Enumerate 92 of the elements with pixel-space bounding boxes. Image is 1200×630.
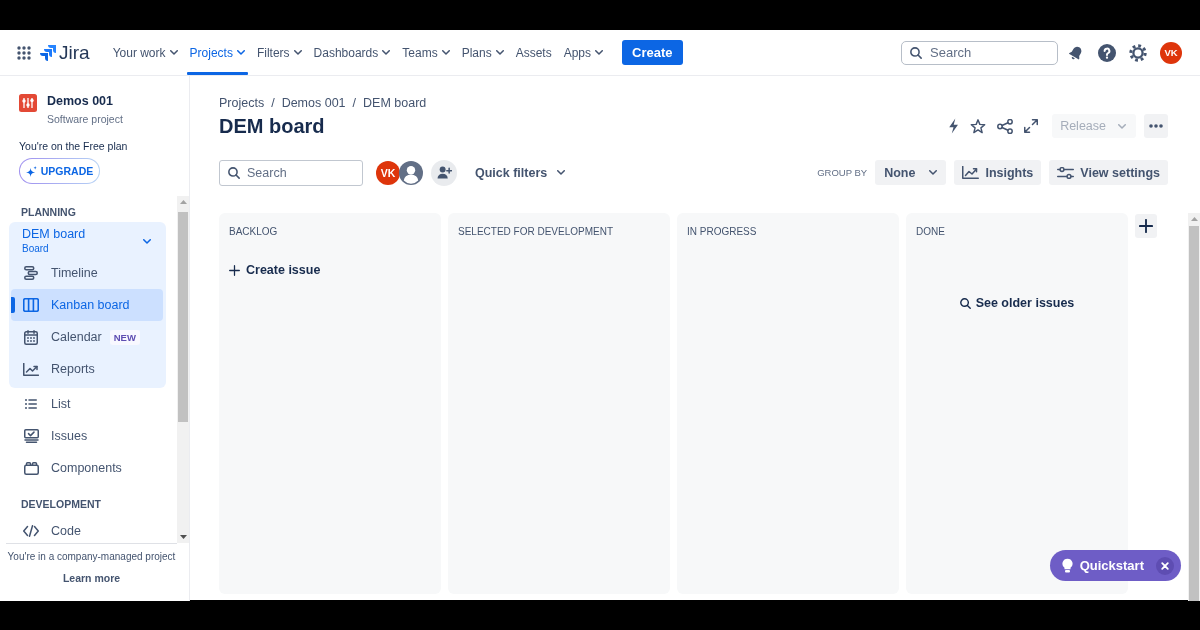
box-icon (23, 461, 39, 475)
sidebar-item[interactable]: Calendar NEW (11, 321, 163, 353)
nav-menu-item[interactable]: Assets (510, 30, 557, 75)
expand-icon[interactable] (1024, 119, 1039, 133)
monitor-check-icon (23, 429, 39, 443)
search-field[interactable]: Search (901, 40, 1058, 65)
sidebar-item[interactable]: Components (11, 452, 163, 484)
logo-icon (40, 44, 56, 61)
plus-icon (229, 264, 240, 276)
page-title: DEM board (219, 114, 325, 139)
star-icon[interactable] (970, 118, 987, 134)
sidebar-item[interactable]: Reports (11, 353, 163, 385)
add-people-button[interactable] (431, 159, 457, 186)
create-button[interactable]: Create (622, 40, 683, 65)
app-grid-icon[interactable] (17, 45, 31, 60)
search-icon (959, 297, 971, 309)
column-title: IN PROGRESS (687, 225, 758, 239)
column-title: DONE (916, 225, 946, 239)
search-icon (228, 166, 240, 179)
nav-menu-item[interactable]: Projects (184, 30, 250, 75)
line-chart-icon (23, 362, 39, 376)
user-avatar[interactable]: VK (376, 160, 400, 185)
caret-icon (1118, 123, 1126, 129)
search-field[interactable]: Search (219, 159, 363, 186)
upgrade-button[interactable]: UPGRADE (19, 158, 100, 184)
plus-icon (1139, 219, 1153, 233)
lightning-icon[interactable] (948, 118, 960, 134)
plan-note: You're on the Free plan (19, 139, 129, 153)
caret-icon (929, 170, 938, 175)
learn-more-link[interactable]: Learn more (62, 571, 121, 585)
insights-button[interactable]: Insights (954, 160, 1042, 185)
section-heading: DEVELOPMENT (20, 497, 102, 512)
column-title: SELECTED FOR DEVELOPMENT (458, 225, 615, 239)
chart-icon (962, 166, 980, 179)
nav-menu-item[interactable]: Teams (397, 30, 455, 75)
sidebar-item[interactable]: Issues (11, 420, 163, 452)
more-icon (1149, 124, 1163, 128)
scroll-down-icon[interactable] (179, 535, 187, 539)
help-icon[interactable] (1098, 43, 1116, 62)
nav-menu-item[interactable]: Apps (558, 30, 609, 75)
quickstart-button[interactable]: Quickstart (1049, 550, 1181, 581)
project-name[interactable]: Demos 001 (47, 93, 123, 109)
sidebar-item[interactable]: Timeline (11, 257, 163, 289)
create-issue-button[interactable]: Create issue (229, 258, 321, 282)
group-by-dropdown[interactable]: None (875, 160, 947, 185)
scrollbar-thumb[interactable] (178, 212, 188, 422)
share-icon[interactable] (997, 118, 1014, 134)
sparkle-icon (25, 165, 37, 177)
nav-menu-item[interactable]: Filters (251, 30, 307, 75)
person-avatar-icon[interactable] (399, 160, 423, 185)
search-icon (910, 46, 922, 59)
sidebar-item[interactable]: List (11, 388, 163, 420)
column-title: BACKLOG (229, 225, 279, 239)
add-column-button[interactable] (1135, 214, 1157, 238)
lightbulb-icon (1061, 558, 1073, 573)
project-icon (19, 94, 37, 112)
caret-icon (557, 170, 566, 175)
nav-menu-item[interactable]: Your work (107, 30, 183, 75)
settings-icon[interactable] (1129, 43, 1147, 62)
code-icon (23, 525, 39, 537)
group-by-label: GROUP BY (817, 167, 868, 178)
sidebar-item[interactable]: Code (11, 515, 163, 543)
scrollbar[interactable] (177, 196, 189, 543)
breadcrumb-separator: / (271, 96, 275, 110)
list-icon (25, 399, 37, 409)
more-button[interactable] (1144, 114, 1168, 138)
person-plus-icon (436, 166, 452, 179)
board-columns-icon (23, 298, 39, 312)
sidebar-item[interactable]: Kanban board (11, 289, 163, 321)
home-logo-link[interactable]: Jira (40, 37, 90, 68)
quick-filters-button[interactable]: Quick filters (469, 159, 572, 186)
nav-menu-item[interactable]: Plans (456, 30, 509, 75)
project-note: You're in a company-managed project (7, 550, 176, 564)
board-menu-button[interactable]: DEM board Board (11, 224, 164, 257)
nav-menu-item[interactable]: Dashboards (308, 30, 396, 75)
new-badge: NEW (109, 329, 140, 345)
scrollbar[interactable] (1188, 213, 1200, 601)
timeline-icon (24, 266, 38, 280)
sliders-icon (1057, 166, 1075, 179)
breadcrumb-link[interactable]: Projects (219, 96, 265, 110)
user-avatar[interactable]: VK (1160, 41, 1182, 64)
breadcrumb-separator: / (352, 96, 357, 110)
calendar-icon (24, 329, 38, 345)
bell-icon[interactable] (1068, 44, 1084, 61)
section-heading: PLANNING (20, 205, 77, 220)
breadcrumb-link[interactable]: DEM board (363, 96, 427, 110)
breadcrumb-link[interactable]: Demos 001 (281, 96, 346, 110)
close-icon[interactable] (1156, 556, 1174, 575)
project-type: Software project (47, 112, 123, 126)
see-older-issues-button[interactable]: See older issues (959, 291, 1075, 315)
scrollbar-thumb[interactable] (1189, 226, 1199, 601)
view-settings-button[interactable]: View settings (1049, 160, 1168, 185)
